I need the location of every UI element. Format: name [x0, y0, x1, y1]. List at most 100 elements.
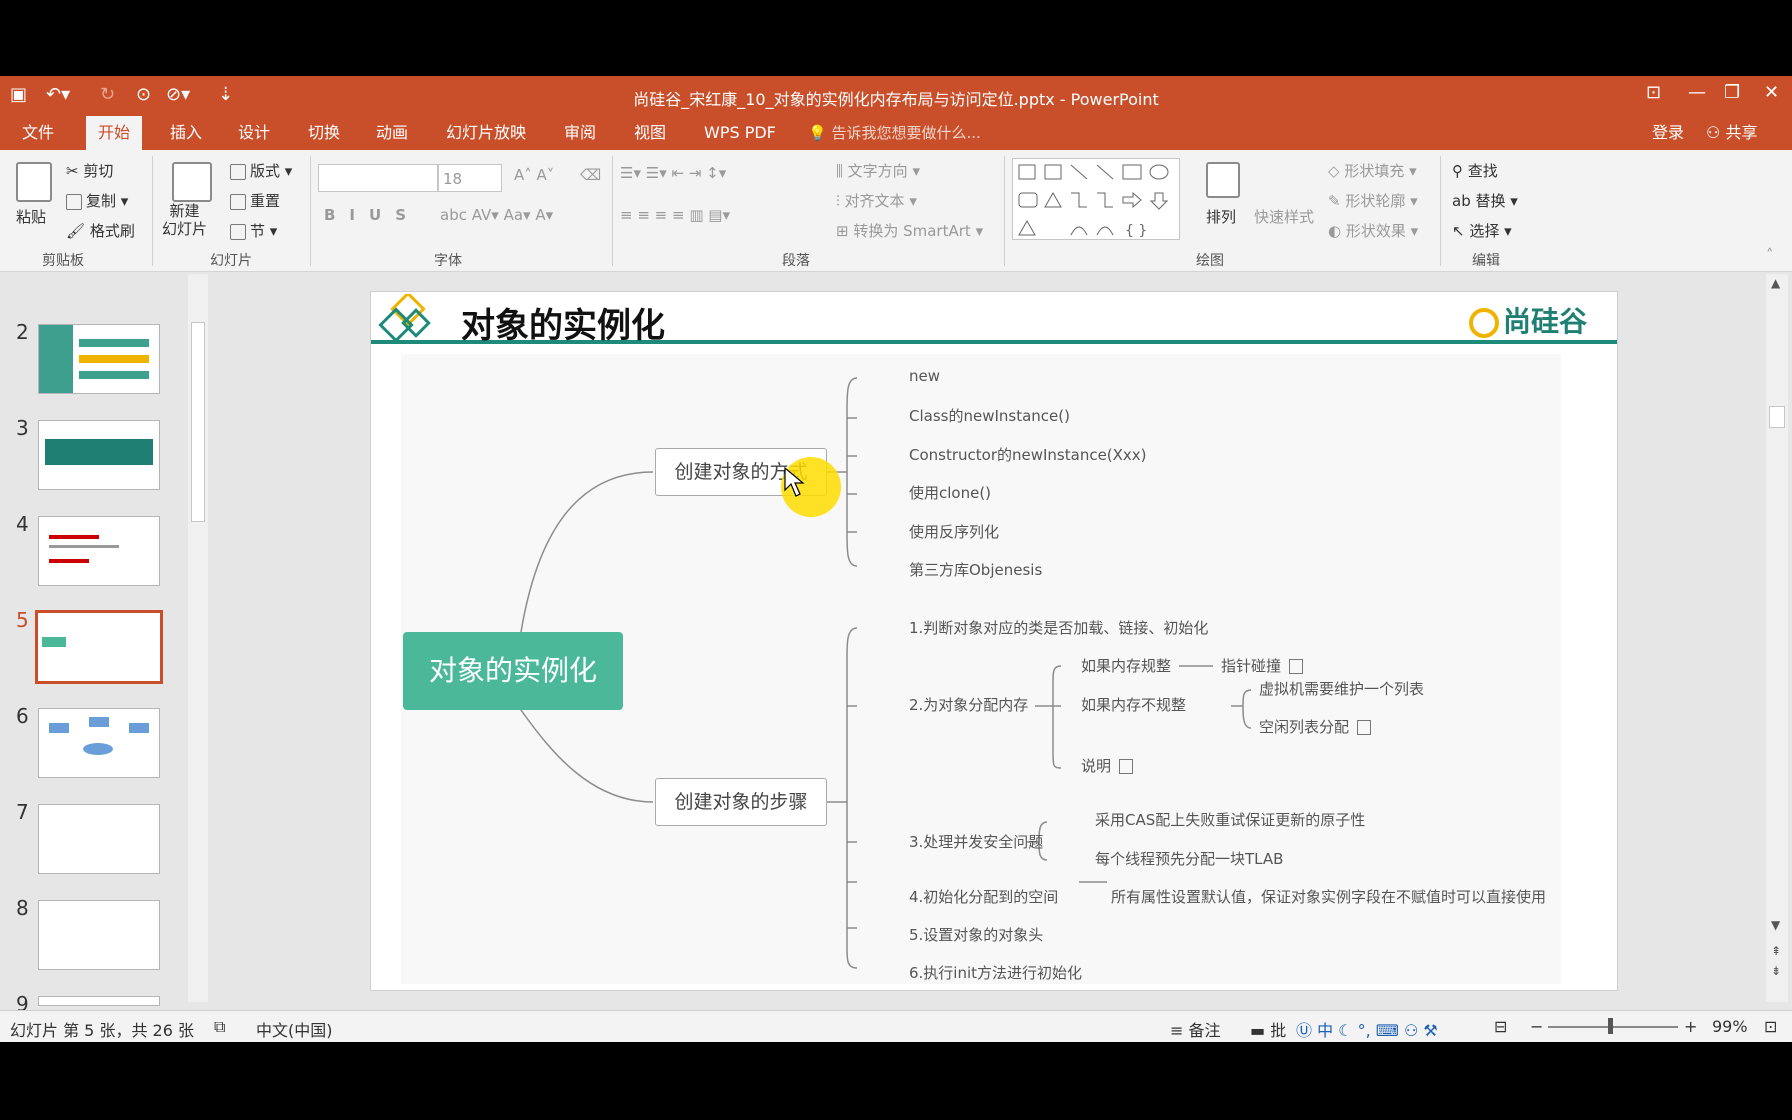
- paste-icon[interactable]: [16, 162, 52, 202]
- step-1[interactable]: 1.判断对象对应的类是否加载、链接、初始化: [909, 617, 1208, 638]
- scrollbar-thumb[interactable]: [191, 322, 205, 522]
- step-5[interactable]: 5.设置对象的对象头: [909, 924, 1043, 945]
- new-slide-button[interactable]: 新建 幻灯片: [162, 202, 207, 238]
- text-direction-button[interactable]: ⫼ 文字方向 ▾: [836, 160, 920, 181]
- step-2-irregular[interactable]: 如果内存不规整: [1081, 694, 1186, 715]
- step-2-list[interactable]: 虚拟机需要维护一个列表: [1259, 678, 1424, 699]
- language-indicator[interactable]: 中文(中国): [256, 1017, 333, 1041]
- tab-home[interactable]: 开始: [86, 116, 143, 150]
- restore-icon[interactable]: ❐: [1724, 82, 1740, 103]
- arrange-button[interactable]: 排列: [1206, 206, 1236, 227]
- ribbon-display-icon[interactable]: ⊡: [1646, 82, 1661, 103]
- step-2-regular[interactable]: 如果内存规整: [1081, 655, 1171, 676]
- slide-thumbnail[interactable]: [38, 996, 160, 1006]
- new-slide-icon[interactable]: [172, 162, 212, 202]
- zoom-slider[interactable]: [1548, 1026, 1678, 1028]
- mindmap-root[interactable]: 对象的实例化: [403, 632, 623, 710]
- layout-button[interactable]: 版式 ▾: [230, 160, 292, 181]
- align-icons[interactable]: ≡ ≡ ≡ ≡ ▥ ▤▾: [620, 206, 730, 224]
- slide-thumbnail[interactable]: [38, 708, 160, 778]
- quick-styles-button[interactable]: 快速样式: [1254, 206, 1314, 227]
- section-button[interactable]: 节 ▾: [230, 220, 277, 241]
- scrollbar-thumb[interactable]: [1769, 406, 1785, 428]
- slide-thumbnail[interactable]: [38, 324, 160, 394]
- slide-thumbnail[interactable]: [38, 516, 160, 586]
- format-painter-button[interactable]: 🖌 格式刷: [66, 220, 135, 241]
- step-6[interactable]: 6.执行init方法进行初始化: [909, 962, 1082, 983]
- paste-button[interactable]: 粘贴: [16, 206, 46, 227]
- step-2-note[interactable]: 说明: [1081, 755, 1134, 776]
- method-clone[interactable]: 使用clone(): [909, 482, 991, 503]
- tab-transitions[interactable]: 切换: [296, 116, 352, 150]
- step-2-free-list[interactable]: 空闲列表分配: [1259, 716, 1372, 737]
- align-text-button[interactable]: ⫶ 对齐文本 ▾: [836, 190, 917, 211]
- tab-view[interactable]: 视图: [622, 116, 678, 150]
- shape-fill-button[interactable]: ◇ 形状填充 ▾: [1328, 160, 1417, 181]
- zoom-slider-knob[interactable]: [1608, 1018, 1613, 1034]
- slide-scrollbar[interactable]: ▲ ▼ ⇞ ⇟: [1766, 274, 1788, 1002]
- reset-button[interactable]: 重置: [230, 190, 280, 211]
- tab-file[interactable]: 文件: [10, 116, 66, 150]
- tab-review[interactable]: 审阅: [552, 116, 608, 150]
- fit-slide-icon[interactable]: ⊡: [1764, 1017, 1777, 1036]
- method-class-newinstance[interactable]: Class的newInstance(): [909, 405, 1070, 426]
- spellcheck-icon[interactable]: ⧉: [214, 1017, 225, 1037]
- minimize-icon[interactable]: —: [1688, 82, 1706, 103]
- scroll-up-icon[interactable]: ▲: [1771, 276, 1780, 290]
- step-2-bump-pointer[interactable]: 指针碰撞: [1221, 655, 1304, 676]
- grow-font-icon[interactable]: A˄ A˅: [514, 166, 554, 184]
- tab-design[interactable]: 设计: [226, 116, 282, 150]
- zoom-level[interactable]: 99%: [1712, 1017, 1748, 1036]
- zoom-in-icon[interactable]: +: [1684, 1017, 1697, 1036]
- shape-outline-button[interactable]: ✎ 形状轮廓 ▾: [1328, 190, 1418, 211]
- font-size-input[interactable]: 18: [438, 164, 502, 192]
- step-3-cas[interactable]: 采用CAS配上失败重试保证更新的原子性: [1095, 809, 1365, 830]
- slide-thumbnail-active[interactable]: [35, 610, 163, 684]
- collapse-ribbon-icon[interactable]: ˄: [1766, 246, 1774, 264]
- zoom-out-icon[interactable]: −: [1530, 1017, 1543, 1036]
- step-4[interactable]: 4.初始化分配到的空间: [909, 886, 1058, 907]
- slide-canvas[interactable]: 对象的实例化 尚硅谷 对象的实例化 创建对象的方式 创建对象的步骤 new Cl…: [370, 291, 1618, 991]
- login-link[interactable]: 登录: [1652, 116, 1684, 150]
- slide-thumbnail[interactable]: [38, 420, 160, 490]
- copy-button[interactable]: 复制 ▾: [66, 190, 128, 211]
- branch-creation-steps[interactable]: 创建对象的步骤: [655, 778, 827, 826]
- slide-thumbnail[interactable]: [38, 804, 160, 874]
- method-new[interactable]: new: [909, 367, 940, 385]
- share-button[interactable]: ⚇ 共享: [1706, 116, 1757, 150]
- smartart-button[interactable]: ⊞ 转换为 SmartArt ▾: [836, 220, 983, 241]
- tab-animations[interactable]: 动画: [364, 116, 420, 150]
- method-objenesis[interactable]: 第三方库Objenesis: [909, 559, 1042, 580]
- next-slide-icon[interactable]: ⇟: [1771, 964, 1781, 978]
- clear-format-icon[interactable]: ⌫: [580, 166, 601, 184]
- step-4-default-values[interactable]: 所有属性设置默认值，保证对象实例字段在不赋值时可以直接使用: [1111, 886, 1546, 907]
- shape-effects-button[interactable]: ◐ 形状效果 ▾: [1328, 220, 1418, 241]
- tab-wps-pdf[interactable]: WPS PDF: [692, 116, 788, 150]
- prev-slide-icon[interactable]: ⇞: [1771, 944, 1781, 958]
- tell-me-box[interactable]: 💡 告诉我您想要做什么...: [808, 116, 981, 150]
- replace-button[interactable]: ab 替换 ▾: [1452, 190, 1518, 211]
- strikethrough-icon[interactable]: abc AV▾ Aa▾ A▾: [440, 206, 553, 224]
- notes-button[interactable]: ≡ 备注: [1170, 1017, 1221, 1041]
- tab-slideshow[interactable]: 幻灯片放映: [434, 116, 538, 150]
- step-2[interactable]: 2.为对象分配内存: [909, 694, 1028, 715]
- font-name-input[interactable]: [318, 164, 438, 192]
- method-constructor-newinstance[interactable]: Constructor的newInstance(Xxx): [909, 444, 1147, 465]
- step-3[interactable]: 3.处理并发安全问题: [909, 831, 1043, 852]
- find-button[interactable]: ⚲ 查找: [1452, 160, 1498, 181]
- ime-toolbar[interactable]: Ⓤ 中 ☾ °, ⌨ ⚇ ⚒: [1296, 1017, 1438, 1041]
- tab-insert[interactable]: 插入: [158, 116, 214, 150]
- bullets-icon[interactable]: ☰▾ ☰▾ ⇤ ⇥ ↕▾: [620, 164, 726, 182]
- scroll-down-icon[interactable]: ▼: [1771, 918, 1780, 932]
- font-style-buttons[interactable]: BIUS: [324, 206, 420, 224]
- close-icon[interactable]: ✕: [1764, 82, 1779, 103]
- arrange-icon[interactable]: [1206, 162, 1240, 198]
- presenter-view-icon[interactable]: ⊟: [1494, 1017, 1507, 1036]
- cut-button[interactable]: ✂ 剪切: [66, 160, 113, 181]
- method-deserialize[interactable]: 使用反序列化: [909, 521, 999, 542]
- select-button[interactable]: ↖ 选择 ▾: [1452, 220, 1512, 241]
- step-3-tlab[interactable]: 每个线程预先分配一块TLAB: [1095, 848, 1283, 869]
- shapes-gallery[interactable]: { }: [1012, 158, 1180, 240]
- slide-thumbnail[interactable]: [38, 900, 160, 970]
- comments-button[interactable]: ▬ 批: [1250, 1017, 1286, 1041]
